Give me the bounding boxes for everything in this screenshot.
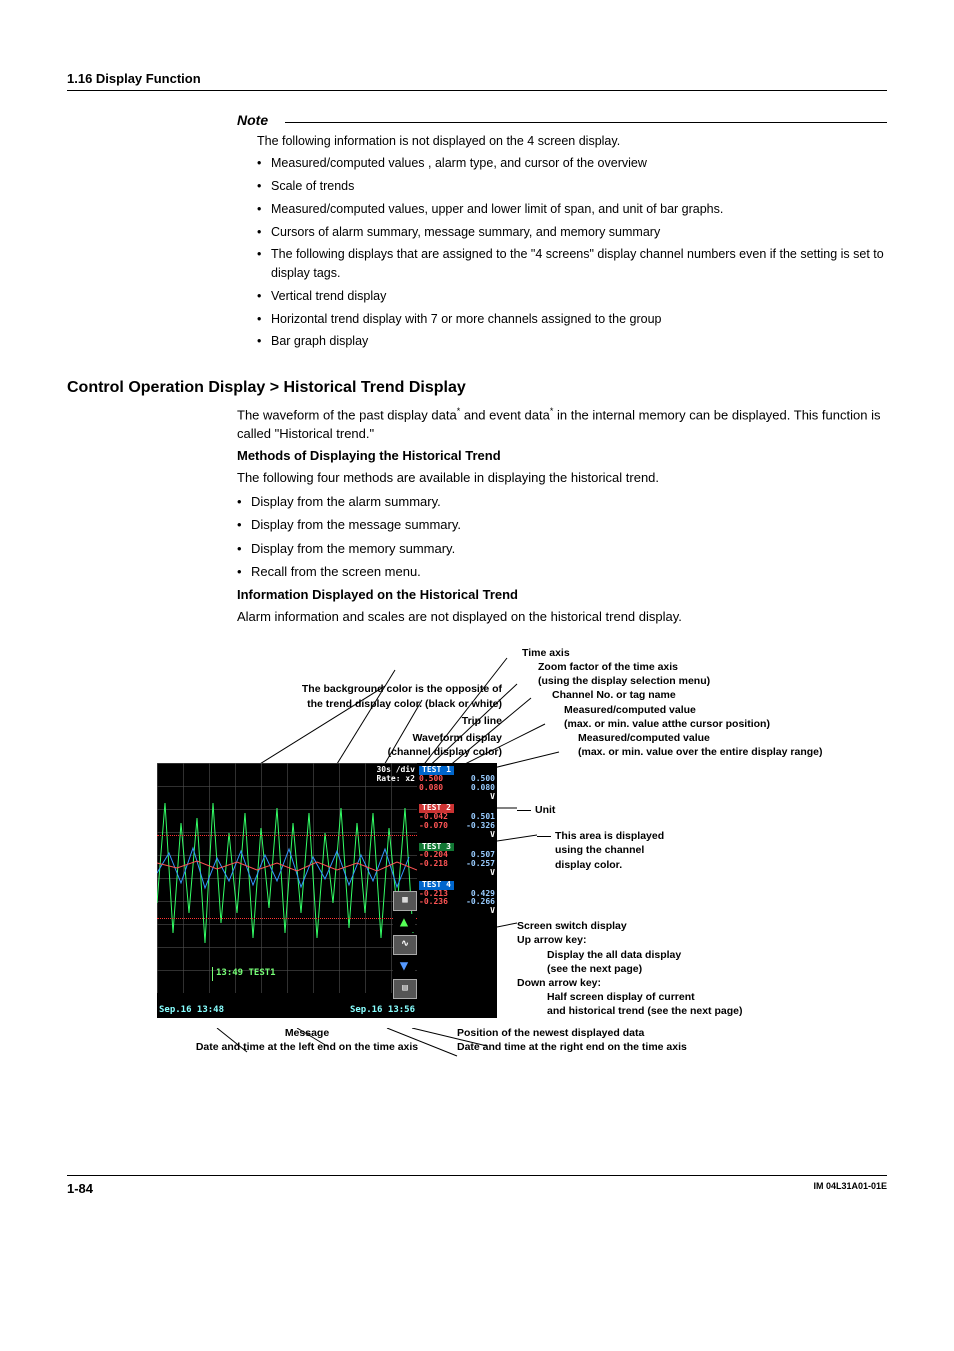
label: Measured/computed value [522,731,887,745]
val: -0.218 [419,860,448,869]
methods-item: Display from the message summary. [237,515,887,535]
screen-switch-icons: ▦ ▲ ∿ ▼ ▤ [393,891,415,1002]
figure-bottom-labels: Message Date and time at the left end on… [157,1026,887,1054]
label: Waveform display [157,731,502,745]
label: (channel display color) [157,745,502,759]
label: Rate: x2 [376,775,415,784]
icon-half-screen: ▤ [393,979,417,999]
note-rule [285,122,887,123]
methods-list: Display from the alarm summary. Display … [237,492,887,582]
label: The background color is the opposite of [157,682,502,696]
icon-wave: ∿ [393,935,417,955]
waveform-area: 13:49 TEST1 [157,763,417,993]
channel-block: TEST 2 -0.0420.501 -0.070-0.326 V [419,804,495,839]
label: Measured/computed value [522,703,887,717]
icon-all-data: ▦ [393,891,417,911]
label: This area is displayed [555,830,664,842]
page-footer: 1-84 IM 04L31A01-01E [67,1175,887,1198]
time-axis-left: Sep.16 13:48 [159,1004,224,1017]
message-marker: 13:49 TEST1 [212,967,276,981]
label: using the channel [555,844,644,856]
val: 0.080 [419,784,443,793]
label: Time axis [522,646,887,660]
label: (max. or min. value atthe cursor positio… [522,717,887,731]
label: Half screen display of current [517,990,742,1004]
scale-readout: 30s /div Rate: x2 [376,766,415,784]
info-heading: Information Displayed on the Historical … [237,586,887,604]
methods-intro: The following four methods are available… [237,469,887,487]
figure-right-labels: Unit This area is displayed using the ch… [517,763,877,1018]
section-header: 1.16 Display Function [67,70,887,91]
text: and event data [460,408,550,423]
note-intro: The following information is not display… [257,133,887,151]
figure-top-left-labels: The background color is the opposite of … [157,682,522,759]
methods-heading: Methods of Displaying the Historical Tre… [237,447,887,465]
doc-id: IM 04L31A01-01E [813,1180,887,1198]
unit: V [419,907,495,916]
note-item: Bar graph display [257,332,887,351]
note-item: Measured/computed values , alarm type, a… [257,154,887,173]
down-arrow-icon: ▼ [393,958,415,976]
historical-trend-screenshot: 13:49 TEST1 30s /div Rate: x2 ▦ ▲ ∿ ▼ ▤ … [157,763,497,1018]
note-title: Note [237,111,276,131]
label: Down arrow key: [517,976,742,990]
page-number: 1-84 [67,1180,93,1198]
methods-item: Display from the memory summary. [237,539,887,559]
label: Zoom factor of the time axis [522,660,887,674]
channel-block: TEST 4 -0.2130.429 -0.236-0.266 V [419,881,495,916]
note-block: Note The following information is not di… [237,111,887,351]
time-axis-right: Sep.16 13:56 [350,1004,415,1017]
label: Up arrow key: [517,933,742,947]
unit: V [419,793,495,802]
note-item: Scale of trends [257,177,887,196]
label: (using the display selection menu) [522,674,887,688]
note-item: Measured/computed values, upper and lowe… [257,200,887,219]
label: Date and time at the left end on the tim… [157,1040,457,1054]
note-item: The following displays that are assigned… [257,245,887,283]
note-item: Cursors of alarm summary, message summar… [257,223,887,242]
label: Screen switch display [517,919,742,933]
info-text: Alarm information and scales are not dis… [237,608,887,626]
label: (see the next page) [517,962,742,976]
unit: V [419,869,495,878]
channel-readout-panel: TEST 1 0.5000.500 0.0800.080 V TEST 2 -0… [417,763,497,1018]
up-arrow-icon: ▲ [393,914,415,932]
figure-top-right-labels: Time axis Zoom factor of the time axis (… [522,646,887,759]
label: Channel No. or tag name [522,688,887,702]
channel-block: TEST 3 -0.2040.507 -0.218-0.257 V [419,843,495,878]
paragraph: The waveform of the past display data* a… [237,405,887,443]
trip-line [157,835,417,836]
note-item: Horizontal trend display with 7 or more … [257,310,887,329]
label: Display the all data display [517,948,742,962]
label: Date and time at the right end on the ti… [457,1040,887,1054]
figure: The background color is the opposite of … [157,646,887,1055]
label: (max. or min. value over the entire disp… [522,745,887,759]
label: and historical trend (see the next page) [517,1004,742,1018]
label: Trip line [157,714,502,728]
channel-block: TEST 1 0.5000.500 0.0800.080 V [419,766,495,801]
methods-item: Recall from the screen menu. [237,562,887,582]
text: The waveform of the past display data [237,408,457,423]
label: Unit [535,804,555,816]
waveform-svg [157,763,417,993]
unit: V [419,831,495,840]
note-item: Vertical trend display [257,287,887,306]
trip-line [157,918,417,919]
note-list: Measured/computed values , alarm type, a… [257,154,887,351]
label: the trend display color. (black or white… [157,697,502,711]
val: -0.236 [419,898,448,907]
val: -0.070 [419,822,448,831]
subsection-title: Control Operation Display > Historical T… [67,377,887,399]
label: display color. [555,859,622,871]
label: Position of the newest displayed data [457,1026,887,1040]
methods-item: Display from the alarm summary. [237,492,887,512]
label: Message [157,1026,457,1040]
